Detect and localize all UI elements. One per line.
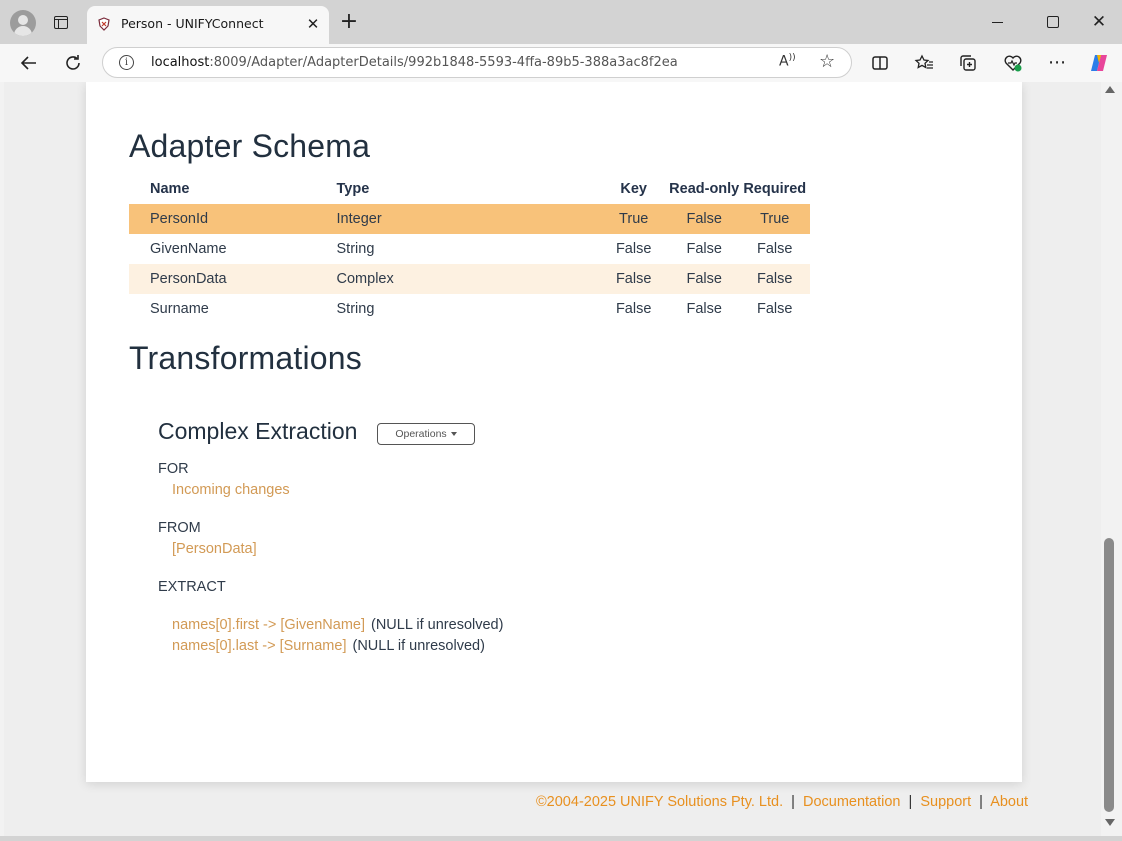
browser-essentials-icon[interactable]	[1001, 51, 1025, 75]
copilot-icon[interactable]	[1087, 51, 1111, 75]
table-row[interactable]: PersonId Integer True False True	[129, 204, 810, 234]
browser-titlebar: Person - UNIFYConnect ✕ + ✕	[0, 0, 1122, 44]
cell-key: True	[598, 204, 669, 234]
cell-required: False	[757, 301, 793, 317]
footer-separator: |	[791, 794, 795, 810]
extract-mapping: names[0].first -> [GivenName]	[172, 617, 365, 633]
operations-dropdown-button[interactable]: Operations	[377, 423, 475, 445]
address-bar[interactable]: i localhost:8009/Adapter/AdapterDetails/…	[102, 47, 852, 78]
operations-label: Operations	[395, 428, 447, 440]
extract-note: (NULL if unresolved)	[352, 638, 485, 654]
cell-name: GivenName	[150, 241, 227, 257]
maximize-button[interactable]	[1040, 10, 1064, 34]
cell-readonly: False	[668, 204, 740, 234]
col-header-readonly: Read-only	[669, 181, 740, 197]
tab-title: Person - UNIFYConnect	[121, 16, 264, 31]
back-arrow-icon[interactable]	[17, 51, 41, 75]
documentation-link[interactable]: Documentation	[803, 794, 901, 810]
tab-actions-icon[interactable]	[54, 16, 68, 29]
window-bottom-edge	[0, 836, 1122, 841]
page-footer: ©2004-2025 UNIFY Solutions Pty. Ltd. | D…	[536, 794, 1028, 810]
copyright-text: ©2004-2025 UNIFY Solutions Pty. Ltd.	[536, 794, 784, 810]
scroll-up-icon[interactable]	[1105, 86, 1115, 93]
for-label: FOR	[158, 461, 189, 477]
split-screen-icon[interactable]	[868, 51, 892, 75]
extract-note: (NULL if unresolved)	[371, 617, 504, 633]
profile-icon[interactable]	[10, 10, 36, 36]
cell-key: False	[615, 241, 652, 257]
extract-item: names[0].first -> [GivenName] (NULL if un…	[172, 617, 503, 633]
browser-tab[interactable]: Person - UNIFYConnect ✕	[87, 6, 329, 44]
refresh-icon[interactable]	[61, 51, 85, 75]
cell-type: String	[336, 241, 375, 257]
favorites-icon[interactable]	[912, 51, 936, 75]
from-value: [PersonData]	[172, 541, 257, 557]
cell-key: False	[598, 264, 669, 294]
extract-mapping: names[0].last -> [Surname]	[172, 638, 347, 654]
col-header-name: Name	[150, 181, 190, 197]
extract-item: names[0].last -> [Surname] (NULL if unres…	[172, 638, 485, 654]
cell-name: PersonId	[129, 204, 337, 234]
collections-icon[interactable]	[956, 51, 980, 75]
adapter-schema-table: Name Type Key Read-only Required PersonI…	[129, 174, 810, 324]
footer-separator: |	[908, 794, 913, 810]
more-options-icon[interactable]: ⋯	[1045, 51, 1069, 75]
col-header-key: Key	[620, 181, 647, 197]
transformations-heading: Transformations	[129, 340, 362, 376]
cell-readonly: False	[668, 264, 740, 294]
about-link[interactable]: About	[990, 794, 1028, 810]
col-header-required: Required	[743, 181, 807, 197]
close-tab-icon[interactable]: ✕	[303, 14, 323, 34]
extract-label: EXTRACT	[158, 579, 226, 595]
transformation-title: Complex Extraction	[158, 418, 358, 444]
adapter-schema-heading: Adapter Schema	[129, 128, 371, 164]
new-tab-button[interactable]: +	[338, 11, 360, 34]
caret-down-icon	[450, 432, 457, 437]
unify-favicon-icon	[98, 17, 110, 31]
browser-toolbar: i localhost:8009/Adapter/AdapterDetails/…	[0, 44, 1122, 82]
cell-key: False	[615, 301, 652, 317]
cell-readonly: False	[686, 241, 722, 257]
cell-required: True	[739, 204, 810, 234]
cell-required: False	[757, 241, 793, 257]
cell-type: Complex	[336, 264, 599, 294]
schema-header-row: Name Type Key Read-only Required	[129, 174, 810, 204]
cell-type: String	[336, 301, 375, 317]
cell-type: Integer	[336, 204, 599, 234]
table-row[interactable]: GivenName String False False False	[129, 234, 810, 264]
minimize-button[interactable]	[986, 10, 1010, 34]
site-info-icon[interactable]: i	[119, 55, 134, 70]
scroll-down-icon[interactable]	[1105, 819, 1115, 826]
favorite-star-icon[interactable]: ☆	[819, 51, 835, 72]
support-link[interactable]: Support	[920, 794, 971, 810]
vertical-scrollbar[interactable]	[1101, 82, 1118, 836]
url-text[interactable]: localhost:8009/Adapter/AdapterDetails/99…	[151, 55, 678, 70]
cell-name: PersonData	[129, 264, 337, 294]
read-aloud-icon[interactable]: A))	[779, 53, 796, 70]
page-viewport: Adapter Schema Name Type Key Read-only R…	[0, 82, 1122, 841]
cell-required: False	[739, 264, 810, 294]
footer-separator: |	[979, 794, 983, 810]
table-row[interactable]: PersonData Complex False False False	[129, 264, 810, 294]
for-value: Incoming changes	[172, 482, 290, 498]
table-row[interactable]: Surname String False False False	[129, 294, 810, 324]
from-label: FROM	[158, 520, 201, 536]
cell-readonly: False	[686, 301, 722, 317]
scrollbar-thumb[interactable]	[1104, 538, 1114, 812]
col-header-type: Type	[336, 181, 370, 197]
page-background: Adapter Schema Name Type Key Read-only R…	[4, 82, 1102, 836]
close-window-button[interactable]: ✕	[1087, 10, 1111, 34]
cell-name: Surname	[150, 301, 209, 317]
